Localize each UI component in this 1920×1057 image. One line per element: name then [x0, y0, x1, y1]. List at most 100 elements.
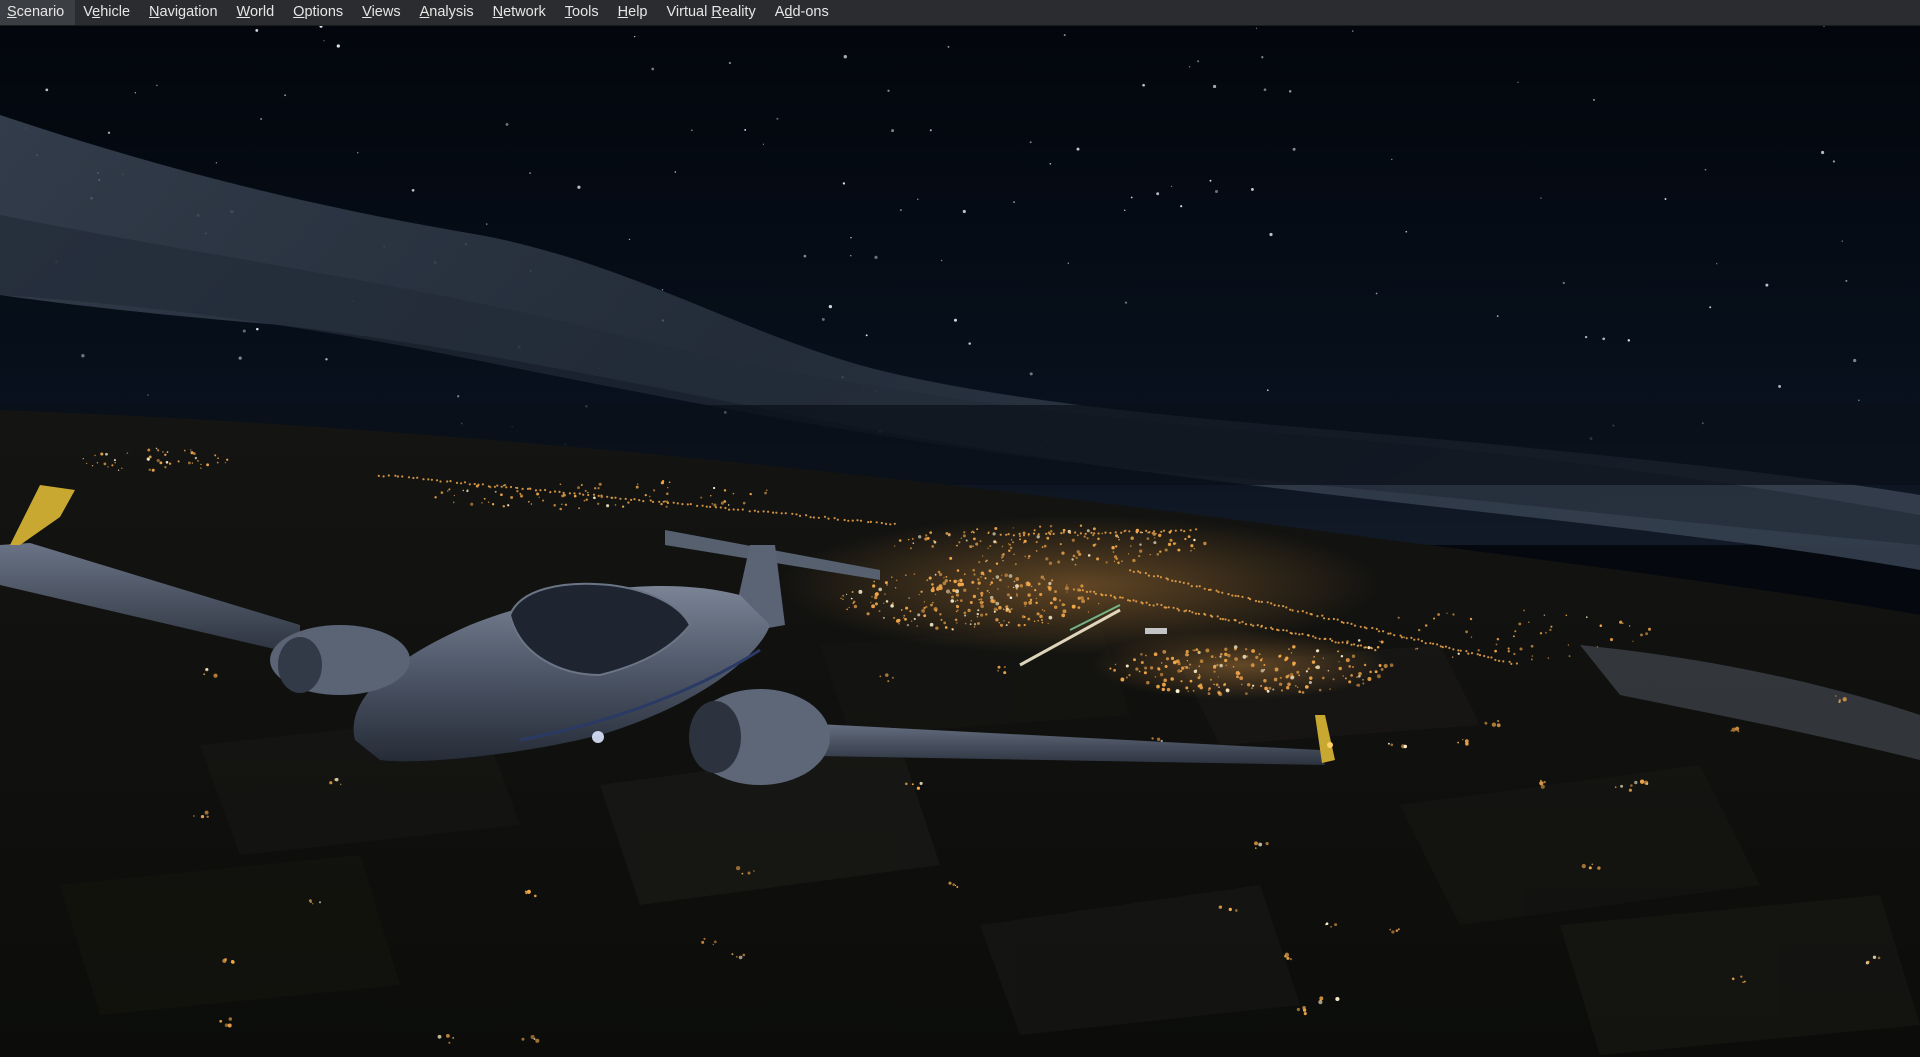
ground-light — [1117, 536, 1120, 538]
ground-light — [1647, 627, 1652, 631]
menu-scenario[interactable]: Scenario — [0, 0, 76, 25]
ground-light — [895, 579, 898, 582]
star — [1076, 147, 1080, 151]
ground-light — [562, 493, 566, 497]
ground-light — [1028, 585, 1030, 587]
ground-light — [1049, 524, 1053, 528]
star — [284, 94, 286, 97]
ground-light — [1376, 674, 1381, 679]
road-light — [516, 486, 519, 490]
ground-light — [1513, 652, 1516, 656]
road-light — [791, 512, 794, 515]
ground-light — [627, 501, 630, 504]
ground-light — [494, 490, 497, 493]
menu-navigation[interactable]: Navigation — [141, 0, 229, 25]
ground-light — [997, 669, 1000, 672]
star — [45, 88, 49, 92]
ground-light — [973, 626, 976, 628]
ground-light — [965, 539, 968, 542]
ground-light — [954, 618, 958, 622]
ground-light — [987, 547, 989, 549]
ground-light — [1530, 658, 1533, 661]
menu-help[interactable]: Help — [610, 0, 659, 25]
menu-options[interactable]: Options — [285, 0, 354, 25]
road-light — [1515, 662, 1518, 665]
ground-light — [447, 490, 449, 492]
ground-light — [982, 601, 984, 604]
ground-light — [483, 497, 486, 500]
ground-light — [925, 605, 928, 609]
ground-light — [1380, 640, 1384, 644]
ground-light — [898, 539, 902, 542]
ground-light — [1159, 550, 1162, 553]
ground-light — [535, 1038, 540, 1043]
ground-light — [963, 588, 967, 592]
road-light — [1467, 652, 1470, 655]
menu-add-ons[interactable]: Add-ons — [767, 0, 840, 25]
road-light — [1185, 609, 1188, 612]
ground-light — [1369, 670, 1372, 674]
ground-light — [1140, 661, 1144, 664]
ground-light — [962, 534, 966, 538]
road-light — [1121, 596, 1124, 599]
menu-virtual-reality[interactable]: Virtual Reality — [659, 0, 767, 25]
ground-light — [1193, 649, 1196, 652]
ground-light — [967, 608, 971, 613]
simulator-3d-view[interactable] — [0, 25, 1920, 1057]
ground-light — [999, 578, 1002, 582]
ground-light — [1296, 670, 1300, 674]
ground-light — [840, 597, 842, 599]
ground-light — [1025, 584, 1028, 587]
ground-light — [898, 623, 900, 625]
ground-light — [916, 625, 919, 627]
ground-light — [1003, 620, 1005, 622]
star — [1857, 399, 1860, 402]
road-light — [1104, 531, 1107, 534]
menu-views[interactable]: Views — [354, 0, 411, 25]
menu-tools[interactable]: Tools — [557, 0, 610, 25]
ground-light — [905, 574, 907, 577]
ground-light — [190, 449, 192, 451]
ground-light — [905, 606, 909, 610]
menu-accelerator-key: A — [419, 4, 430, 20]
ground-light — [1043, 544, 1047, 548]
ground-light — [1177, 662, 1181, 666]
ground-light — [1496, 719, 1500, 723]
ground-light — [1027, 557, 1030, 559]
ground-light — [1287, 682, 1291, 687]
ground-light — [199, 467, 202, 469]
menu-network[interactable]: Network — [485, 0, 557, 25]
menu-label-suffix: etwork — [503, 4, 546, 20]
ground-light — [1075, 556, 1078, 560]
star — [1540, 197, 1542, 199]
star — [1841, 240, 1843, 242]
road-light — [1387, 632, 1390, 635]
ground-light — [1013, 553, 1015, 556]
road-light — [573, 492, 576, 495]
ground-light — [1330, 926, 1332, 928]
ground-light — [926, 536, 930, 540]
ground-light — [491, 503, 495, 506]
road-light — [1289, 608, 1292, 611]
road-light — [681, 503, 684, 506]
ground-light — [948, 532, 951, 536]
ground-light — [564, 503, 568, 506]
ground-light — [580, 483, 583, 487]
star — [1214, 189, 1219, 194]
menu-vehicle[interactable]: Vehicle — [75, 0, 141, 25]
star — [1821, 150, 1825, 155]
ground-light — [1244, 648, 1248, 651]
menu-world[interactable]: World — [229, 0, 286, 25]
ground-light — [1016, 594, 1019, 597]
road-light — [610, 496, 613, 499]
ground-light — [871, 595, 873, 598]
menu-analysis[interactable]: Analysis — [412, 0, 485, 25]
road-light — [1032, 532, 1036, 535]
ground-light — [583, 499, 586, 502]
ground-light — [1005, 624, 1008, 627]
ground-light — [1389, 663, 1394, 668]
ground-light — [1035, 601, 1038, 605]
road-light — [843, 518, 846, 522]
ground-light — [1597, 866, 1601, 870]
star — [1029, 372, 1033, 376]
